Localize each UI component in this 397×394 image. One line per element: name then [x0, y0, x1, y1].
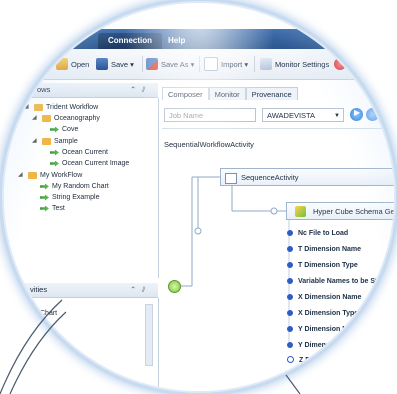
magnifier-handle	[0, 299, 301, 394]
